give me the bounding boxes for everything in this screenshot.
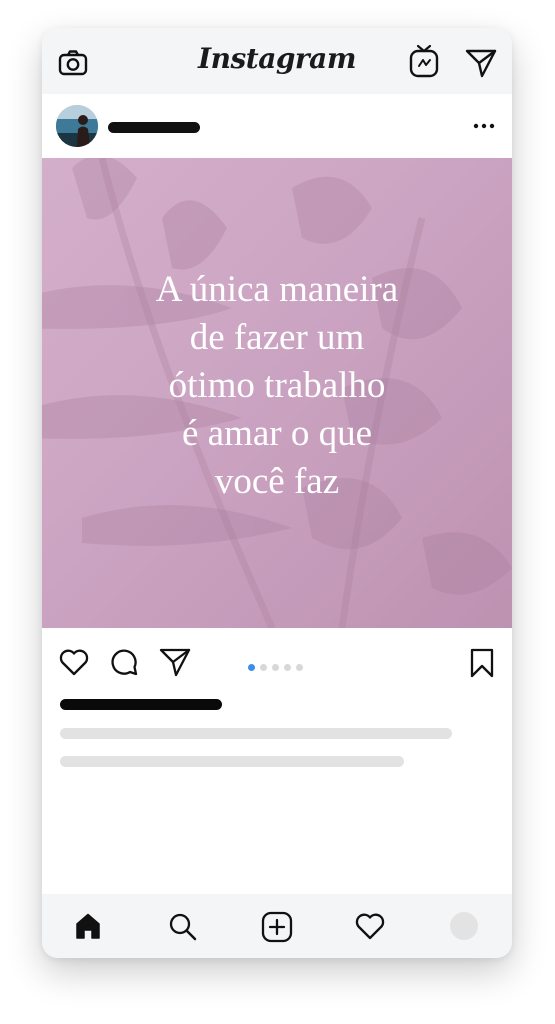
profile-avatar[interactable] [450, 912, 478, 940]
comment-icon[interactable] [109, 647, 139, 677]
instagram-wordmark: Instagram [198, 42, 356, 75]
carousel-dot [248, 664, 255, 671]
bookmark-icon[interactable] [469, 648, 495, 678]
direct-send-icon[interactable] [465, 48, 497, 78]
likes-placeholder [60, 699, 222, 710]
caption-placeholder-line [60, 756, 404, 767]
more-options-icon[interactable] [472, 116, 496, 136]
post-image[interactable]: A única maneira de fazer um ótimo trabal… [42, 158, 512, 628]
new-post-icon[interactable] [261, 911, 293, 943]
carousel-indicator [248, 658, 308, 671]
bottom-nav [42, 894, 512, 958]
caption-placeholder-line [60, 728, 452, 739]
user-avatar[interactable] [56, 105, 98, 147]
carousel-dot [284, 664, 291, 671]
quote-text: A única maneira de fazer um ótimo trabal… [155, 269, 399, 502]
top-bar: Instagram [42, 28, 512, 94]
avatar-photo [56, 105, 98, 147]
post-header [42, 94, 512, 158]
carousel-dot [296, 664, 303, 671]
share-icon[interactable] [159, 647, 191, 677]
heart-icon[interactable] [59, 648, 89, 676]
phone-frame: Instagram A única maneira de fazer um ót… [42, 28, 512, 958]
carousel-dot [260, 664, 267, 671]
activity-heart-icon[interactable] [355, 912, 385, 940]
username-placeholder[interactable] [108, 122, 200, 133]
post-actions [42, 628, 512, 698]
igtv-icon[interactable] [409, 44, 439, 78]
carousel-dot [272, 664, 279, 671]
search-icon[interactable] [168, 912, 198, 942]
home-icon[interactable] [74, 912, 102, 940]
